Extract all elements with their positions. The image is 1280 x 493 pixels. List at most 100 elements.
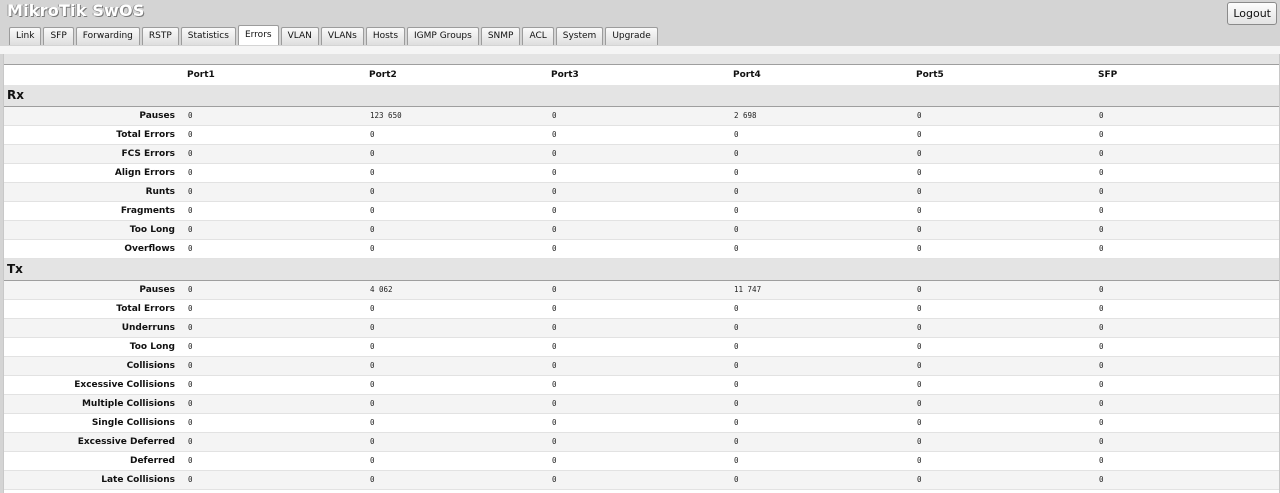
- cell-value: 0: [1099, 342, 1104, 351]
- errors-panel: Port1 Port2 Port3 Port4 Port5 SFP Rx Pauses 0 12…: [3, 54, 1280, 493]
- row-label: Align Errors: [114, 168, 175, 178]
- cell-value: 0: [917, 149, 922, 158]
- cell-value: 0: [552, 111, 557, 120]
- cell-value: 0: [917, 342, 922, 351]
- cell-value: 0: [917, 206, 922, 215]
- cell-value: 0: [188, 149, 193, 158]
- row-label: Total Errors: [116, 304, 175, 314]
- cell-value: 0: [552, 225, 557, 234]
- cell-value: 0: [1099, 149, 1104, 158]
- cell-value: 0: [917, 361, 922, 370]
- cell-value: 0: [370, 361, 375, 370]
- cell-value: 0: [552, 399, 557, 408]
- table-row: Total Errors 0 0 0 0 0 0: [4, 126, 1279, 145]
- tab-system[interactable]: System: [555, 27, 604, 45]
- cell-value: 0: [188, 475, 193, 484]
- tab-sfp[interactable]: SFP: [43, 27, 74, 45]
- tab-acl[interactable]: ACL: [522, 27, 554, 45]
- cell-value: 0: [734, 149, 739, 158]
- cell-value: 0: [734, 456, 739, 465]
- cell-value: 0: [188, 225, 193, 234]
- cell-value: 0: [188, 244, 193, 253]
- cell-value: 0: [734, 418, 739, 427]
- cell-value: 0: [188, 418, 193, 427]
- column-header-sfp: SFP: [1098, 70, 1118, 80]
- cell-value: 123 650: [370, 111, 402, 120]
- cell-value: 0: [370, 244, 375, 253]
- cell-value: 11 747: [734, 285, 762, 294]
- cell-value: 0: [917, 168, 922, 177]
- cell-value: 0: [188, 323, 193, 332]
- cell-value: 0: [188, 187, 193, 196]
- tab-statistics[interactable]: Statistics: [180, 27, 236, 45]
- tab-vlan[interactable]: VLAN: [280, 27, 319, 45]
- cell-value: 0: [734, 380, 739, 389]
- cell-value: 0: [188, 399, 193, 408]
- cell-value: 0: [1099, 437, 1104, 446]
- cell-value: 2 698: [734, 111, 757, 120]
- cell-value: 0: [552, 304, 557, 313]
- cell-value: 0: [734, 342, 739, 351]
- column-header-port3: Port3: [551, 70, 579, 80]
- tab-vlans[interactable]: VLANs: [320, 27, 364, 45]
- table-row: Multiple Collisions 0 0 0 0 0 0: [4, 395, 1279, 414]
- cell-value: 0: [552, 130, 557, 139]
- tab-link[interactable]: Link: [9, 27, 42, 45]
- row-label: Total Errors: [116, 130, 175, 140]
- tab-forwarding[interactable]: Forwarding: [75, 27, 140, 45]
- cell-value: 0: [734, 399, 739, 408]
- table-row: Collisions 0 0 0 0 0 0: [4, 357, 1279, 376]
- cell-value: 0: [734, 130, 739, 139]
- cell-value: 0: [188, 304, 193, 313]
- section-header-tx: Tx: [4, 259, 1279, 281]
- tab-upgrade[interactable]: Upgrade: [605, 27, 658, 45]
- column-header-port2: Port2: [369, 70, 397, 80]
- cell-value: 4 062: [370, 285, 393, 294]
- table-row: Too Long 0 0 0 0 0 0: [4, 338, 1279, 357]
- tab-snmp[interactable]: SNMP: [480, 27, 521, 45]
- cell-value: 0: [1099, 399, 1104, 408]
- cell-value: 0: [552, 361, 557, 370]
- cell-value: 0: [917, 399, 922, 408]
- cell-value: 0: [188, 380, 193, 389]
- cell-value: 0: [370, 475, 375, 484]
- table-row: Late Collisions 0 0 0 0 0 0: [4, 471, 1279, 490]
- row-label: Excessive Deferred: [77, 437, 175, 447]
- cell-value: 0: [552, 244, 557, 253]
- cell-value: 0: [552, 149, 557, 158]
- cell-value: 0: [734, 206, 739, 215]
- cell-value: 0: [188, 285, 193, 294]
- row-label: Runts: [145, 187, 175, 197]
- cell-value: 0: [734, 361, 739, 370]
- cell-value: 0: [370, 149, 375, 158]
- cell-value: 0: [734, 168, 739, 177]
- cell-value: 0: [370, 399, 375, 408]
- panel-top-band: [4, 54, 1279, 65]
- cell-value: 0: [917, 475, 922, 484]
- table-row: Runts 0 0 0 0 0 0: [4, 183, 1279, 202]
- cell-value: 0: [734, 437, 739, 446]
- cell-value: 0: [370, 323, 375, 332]
- cell-value: 0: [1099, 304, 1104, 313]
- tab-hosts[interactable]: Hosts: [365, 27, 406, 45]
- tab-igmp-groups[interactable]: IGMP Groups: [407, 27, 479, 45]
- cell-value: 0: [734, 475, 739, 484]
- cell-value: 0: [917, 244, 922, 253]
- cell-value: 0: [1099, 244, 1104, 253]
- tab-errors[interactable]: Errors: [237, 25, 279, 45]
- row-label: Late Collisions: [101, 475, 175, 485]
- cell-value: 0: [188, 361, 193, 370]
- cell-value: 0: [734, 304, 739, 313]
- cell-value: 0: [917, 380, 922, 389]
- table-row: Pauses 0 123 650 0 2 698 0 0: [4, 107, 1279, 126]
- tab-underline: [0, 46, 1280, 54]
- cell-value: 0: [917, 187, 922, 196]
- logout-button[interactable]: Logout: [1227, 2, 1277, 25]
- row-label: Collisions: [126, 361, 175, 371]
- cell-value: 0: [552, 323, 557, 332]
- cell-value: 0: [1099, 285, 1104, 294]
- table-row: Too Long 0 0 0 0 0 0: [4, 221, 1279, 240]
- table-row: Deferred 0 0 0 0 0 0: [4, 452, 1279, 471]
- cell-value: 0: [552, 475, 557, 484]
- tab-rstp[interactable]: RSTP: [141, 27, 179, 45]
